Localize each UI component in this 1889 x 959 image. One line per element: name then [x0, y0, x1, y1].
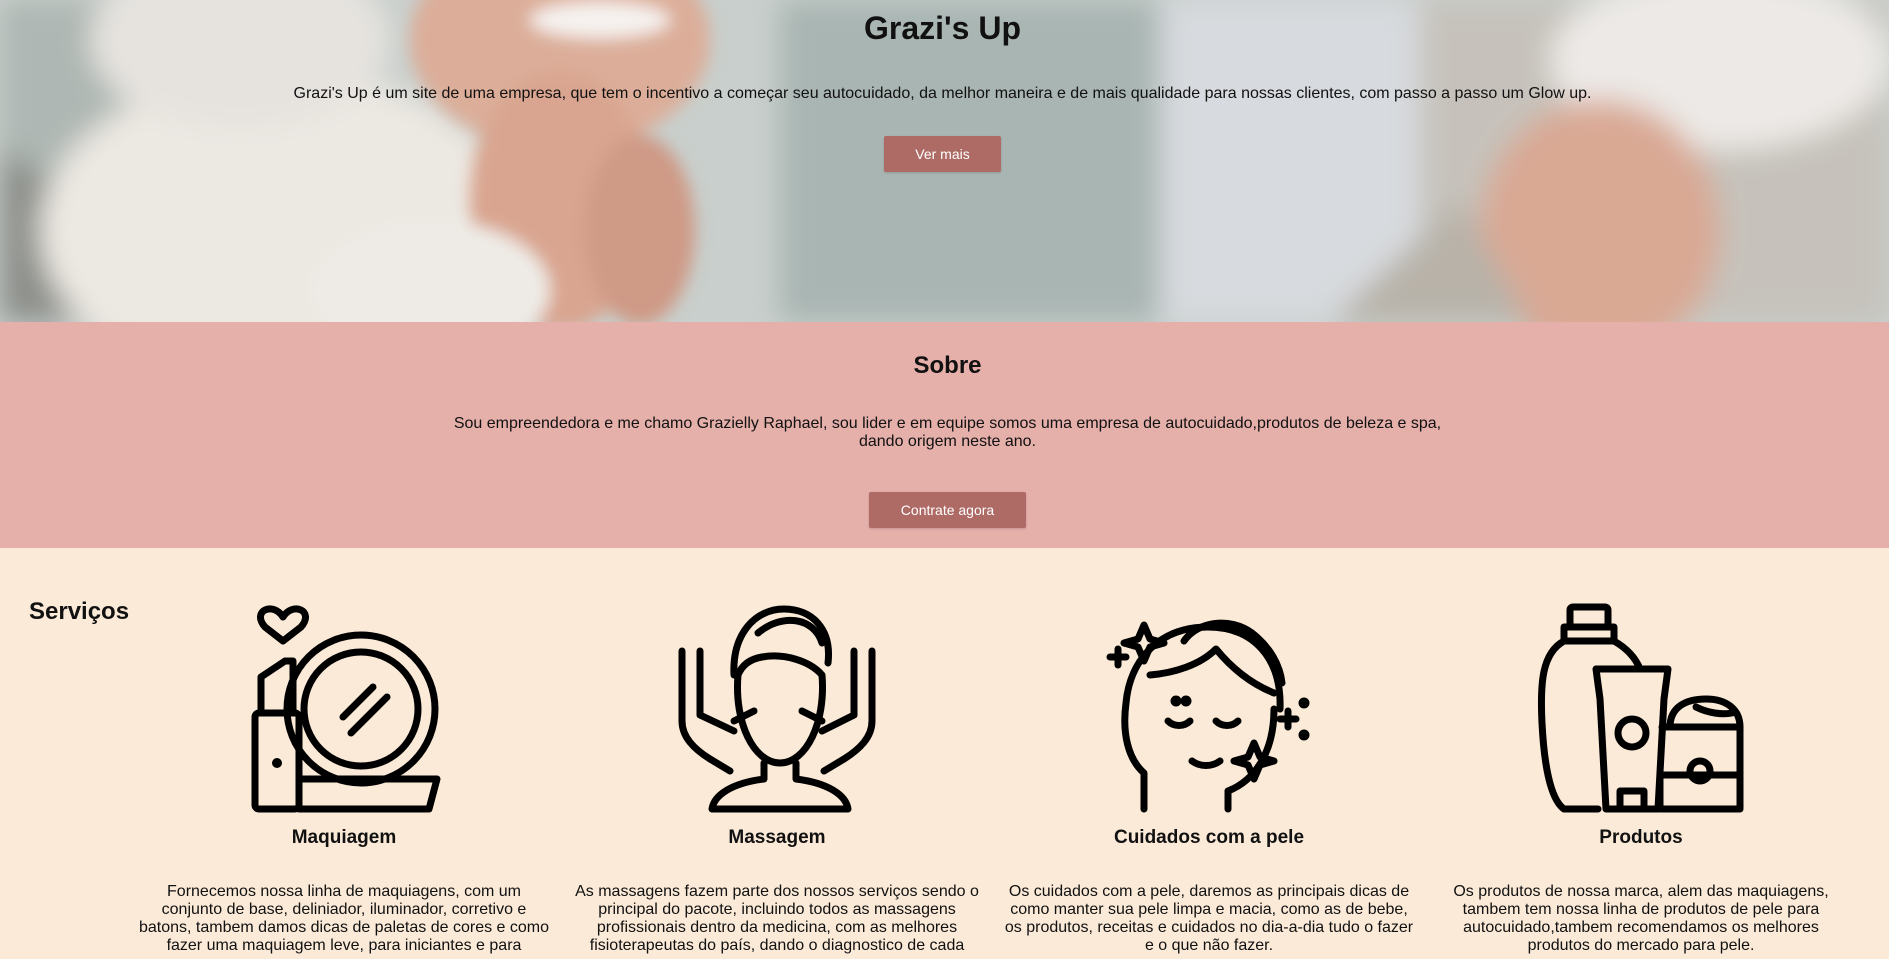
- services-title: Serviços: [29, 598, 130, 625]
- skincare-face-icon: [1106, 619, 1310, 813]
- services-section: Serviços Maquiagem Fornecemos nossa linh…: [0, 548, 1889, 959]
- service-card-cuidados-pele: Cuidados com a pele Os cuidados com a pe…: [1004, 603, 1414, 955]
- service-card-produtos: Produtos Os produtos de nossa marca, ale…: [1436, 603, 1846, 955]
- about-section: Sobre Sou empreendedora e me chamo Grazi…: [0, 322, 1889, 548]
- hero-section: Grazi's Up Grazi's Up é um site de uma e…: [0, 0, 1889, 322]
- service-card-maquiagem: Maquiagem Fornecemos nossa linha de maqu…: [139, 603, 549, 955]
- service-name: Massagem: [728, 827, 826, 848]
- service-card-massagem: Massagem As massagens fazem parte dos no…: [572, 603, 982, 955]
- about-text: Sou empreendedora e me chamo Grazielly R…: [453, 415, 1442, 450]
- service-description: Os produtos de nossa marca, alem das maq…: [1453, 883, 1829, 954]
- hero-description: Grazi's Up é um site de uma empresa, que…: [293, 85, 1592, 102]
- service-description: Fornecemos nossa linha de maquiagens, co…: [139, 883, 549, 954]
- service-description: Os cuidados com a pele, daremos as princ…: [1004, 883, 1414, 954]
- service-name: Cuidados com a pele: [1113, 827, 1305, 848]
- service-name: Produtos: [1599, 827, 1683, 848]
- ver-mais-button[interactable]: Ver mais: [884, 136, 1001, 172]
- hero-title: Grazi's Up: [864, 10, 1021, 46]
- about-title: Sobre: [913, 352, 982, 379]
- contrate-agora-button[interactable]: Contrate agora: [869, 492, 1026, 528]
- face-massage-icon: [678, 605, 876, 813]
- service-description: As massagens fazem parte dos nossos serv…: [575, 883, 979, 954]
- service-name: Maquiagem: [291, 827, 397, 848]
- beauty-products-icon: [1537, 603, 1744, 813]
- makeup-mirror-icon: [251, 605, 441, 813]
